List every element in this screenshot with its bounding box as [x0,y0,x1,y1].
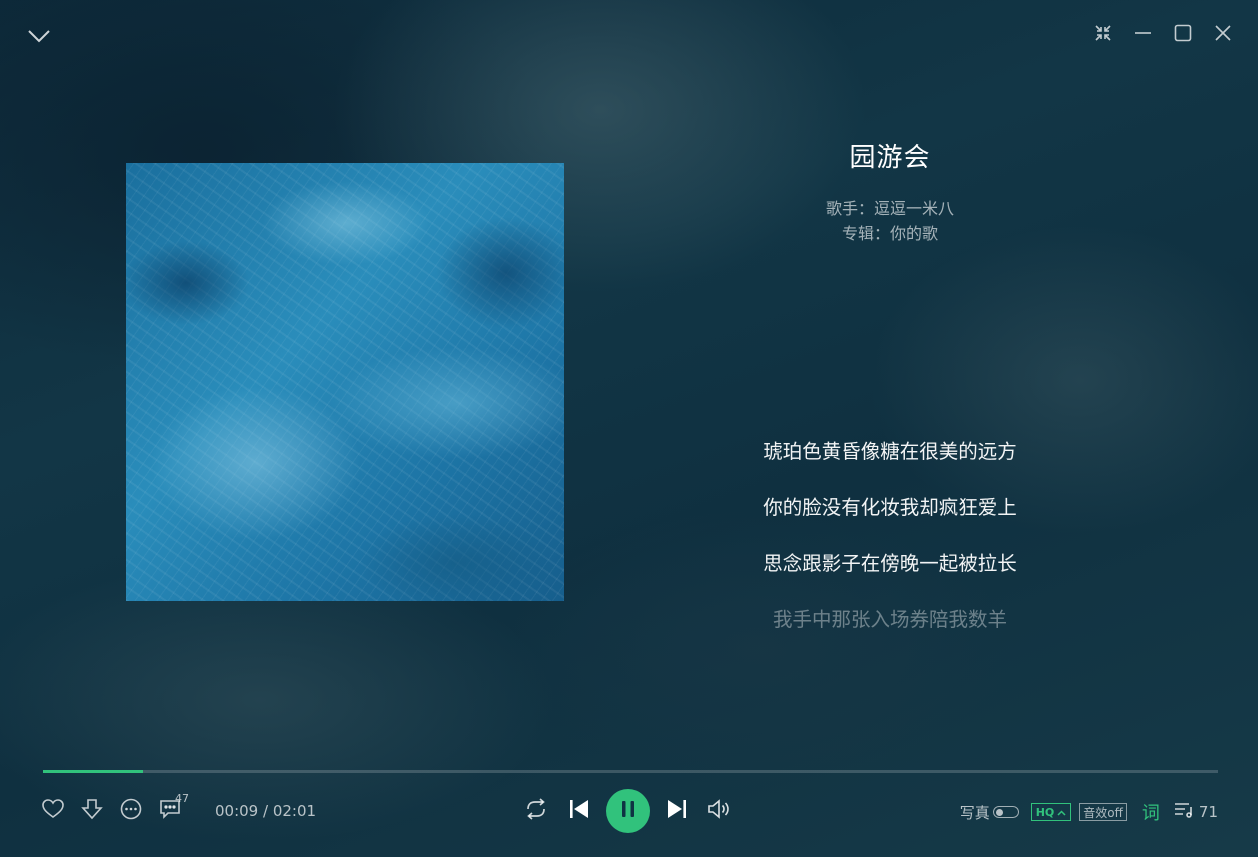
song-artist[interactable]: 歌手：逗逗一米八 [690,196,1090,221]
album-cover [126,163,564,601]
photo-toggle[interactable] [992,806,1019,818]
lyric-toggle-button[interactable]: 词 [1142,799,1160,825]
window-controls [1092,24,1234,46]
sound-effect-button[interactable]: 音效off [1079,803,1127,821]
song-album[interactable]: 专辑：你的歌 [690,221,1090,246]
lyric-line: 琥珀色黄昏像糖在很美的远方 [763,440,1017,463]
pause-button[interactable] [606,789,650,833]
lyrics-panel[interactable]: 琥珀色黄昏像糖在很美的远方 你的脸没有化妆我却疯狂爱上 思念跟影子在傍晚一起被拉… [690,436,1090,628]
download-icon [81,798,103,824]
lyric-line: 思念跟影子在傍晚一起被拉长 [763,552,1017,575]
collapse-button[interactable] [24,22,54,50]
minimize-icon [1134,24,1152,46]
minimize-button[interactable] [1132,24,1154,46]
mini-mode-button[interactable] [1092,24,1114,46]
quality-label: HQ [1035,805,1055,819]
playback-controls [520,788,734,834]
quality-button[interactable]: HQ [1030,803,1072,821]
lyric-line: 我手中那张入场券陪我数羊 [772,608,1007,628]
extra-controls: 写真 HQ 音效off 词 71 [960,798,1218,826]
next-button[interactable] [662,796,692,826]
more-icon [120,798,142,824]
playlist-count: 71 [1198,803,1218,821]
progress-fill [43,770,143,773]
close-button[interactable] [1212,24,1234,46]
download-button[interactable] [79,798,105,824]
play-mode-button[interactable] [520,795,552,827]
maximize-button[interactable] [1172,24,1194,46]
progress-bar[interactable] [43,770,1218,773]
song-title: 园游会 [849,143,931,173]
comment-count: 47 [175,792,189,805]
close-icon [1214,24,1232,46]
more-button[interactable] [118,798,144,824]
chevron-down-icon [27,29,51,43]
mini-mode-icon [1094,24,1112,46]
volume-button[interactable] [704,796,734,826]
repeat-icon [524,798,548,824]
like-button[interactable] [40,798,66,824]
volume-icon [707,798,731,824]
maximize-icon [1174,24,1192,46]
chevron-up-icon [1057,806,1066,819]
photo-label: 写真 [959,803,990,822]
toggle-knob [995,808,1003,816]
comment-button[interactable]: 47 [157,792,189,824]
pause-icon [620,800,636,822]
lyric-line: 你的脸没有化妆我却疯狂爱上 [763,496,1017,519]
song-info: 园游会 歌手：逗逗一米八 专辑：你的歌 [690,140,1090,246]
song-actions: 47 00:09 / 02:01 [40,792,317,826]
playlist-icon [1174,802,1194,822]
previous-button[interactable] [564,796,594,826]
time-display: 00:09 / 02:01 [215,802,317,820]
playlist-button[interactable]: 71 [1174,802,1218,822]
skip-previous-icon [568,798,590,824]
heart-icon [42,799,64,823]
skip-next-icon [666,798,688,824]
